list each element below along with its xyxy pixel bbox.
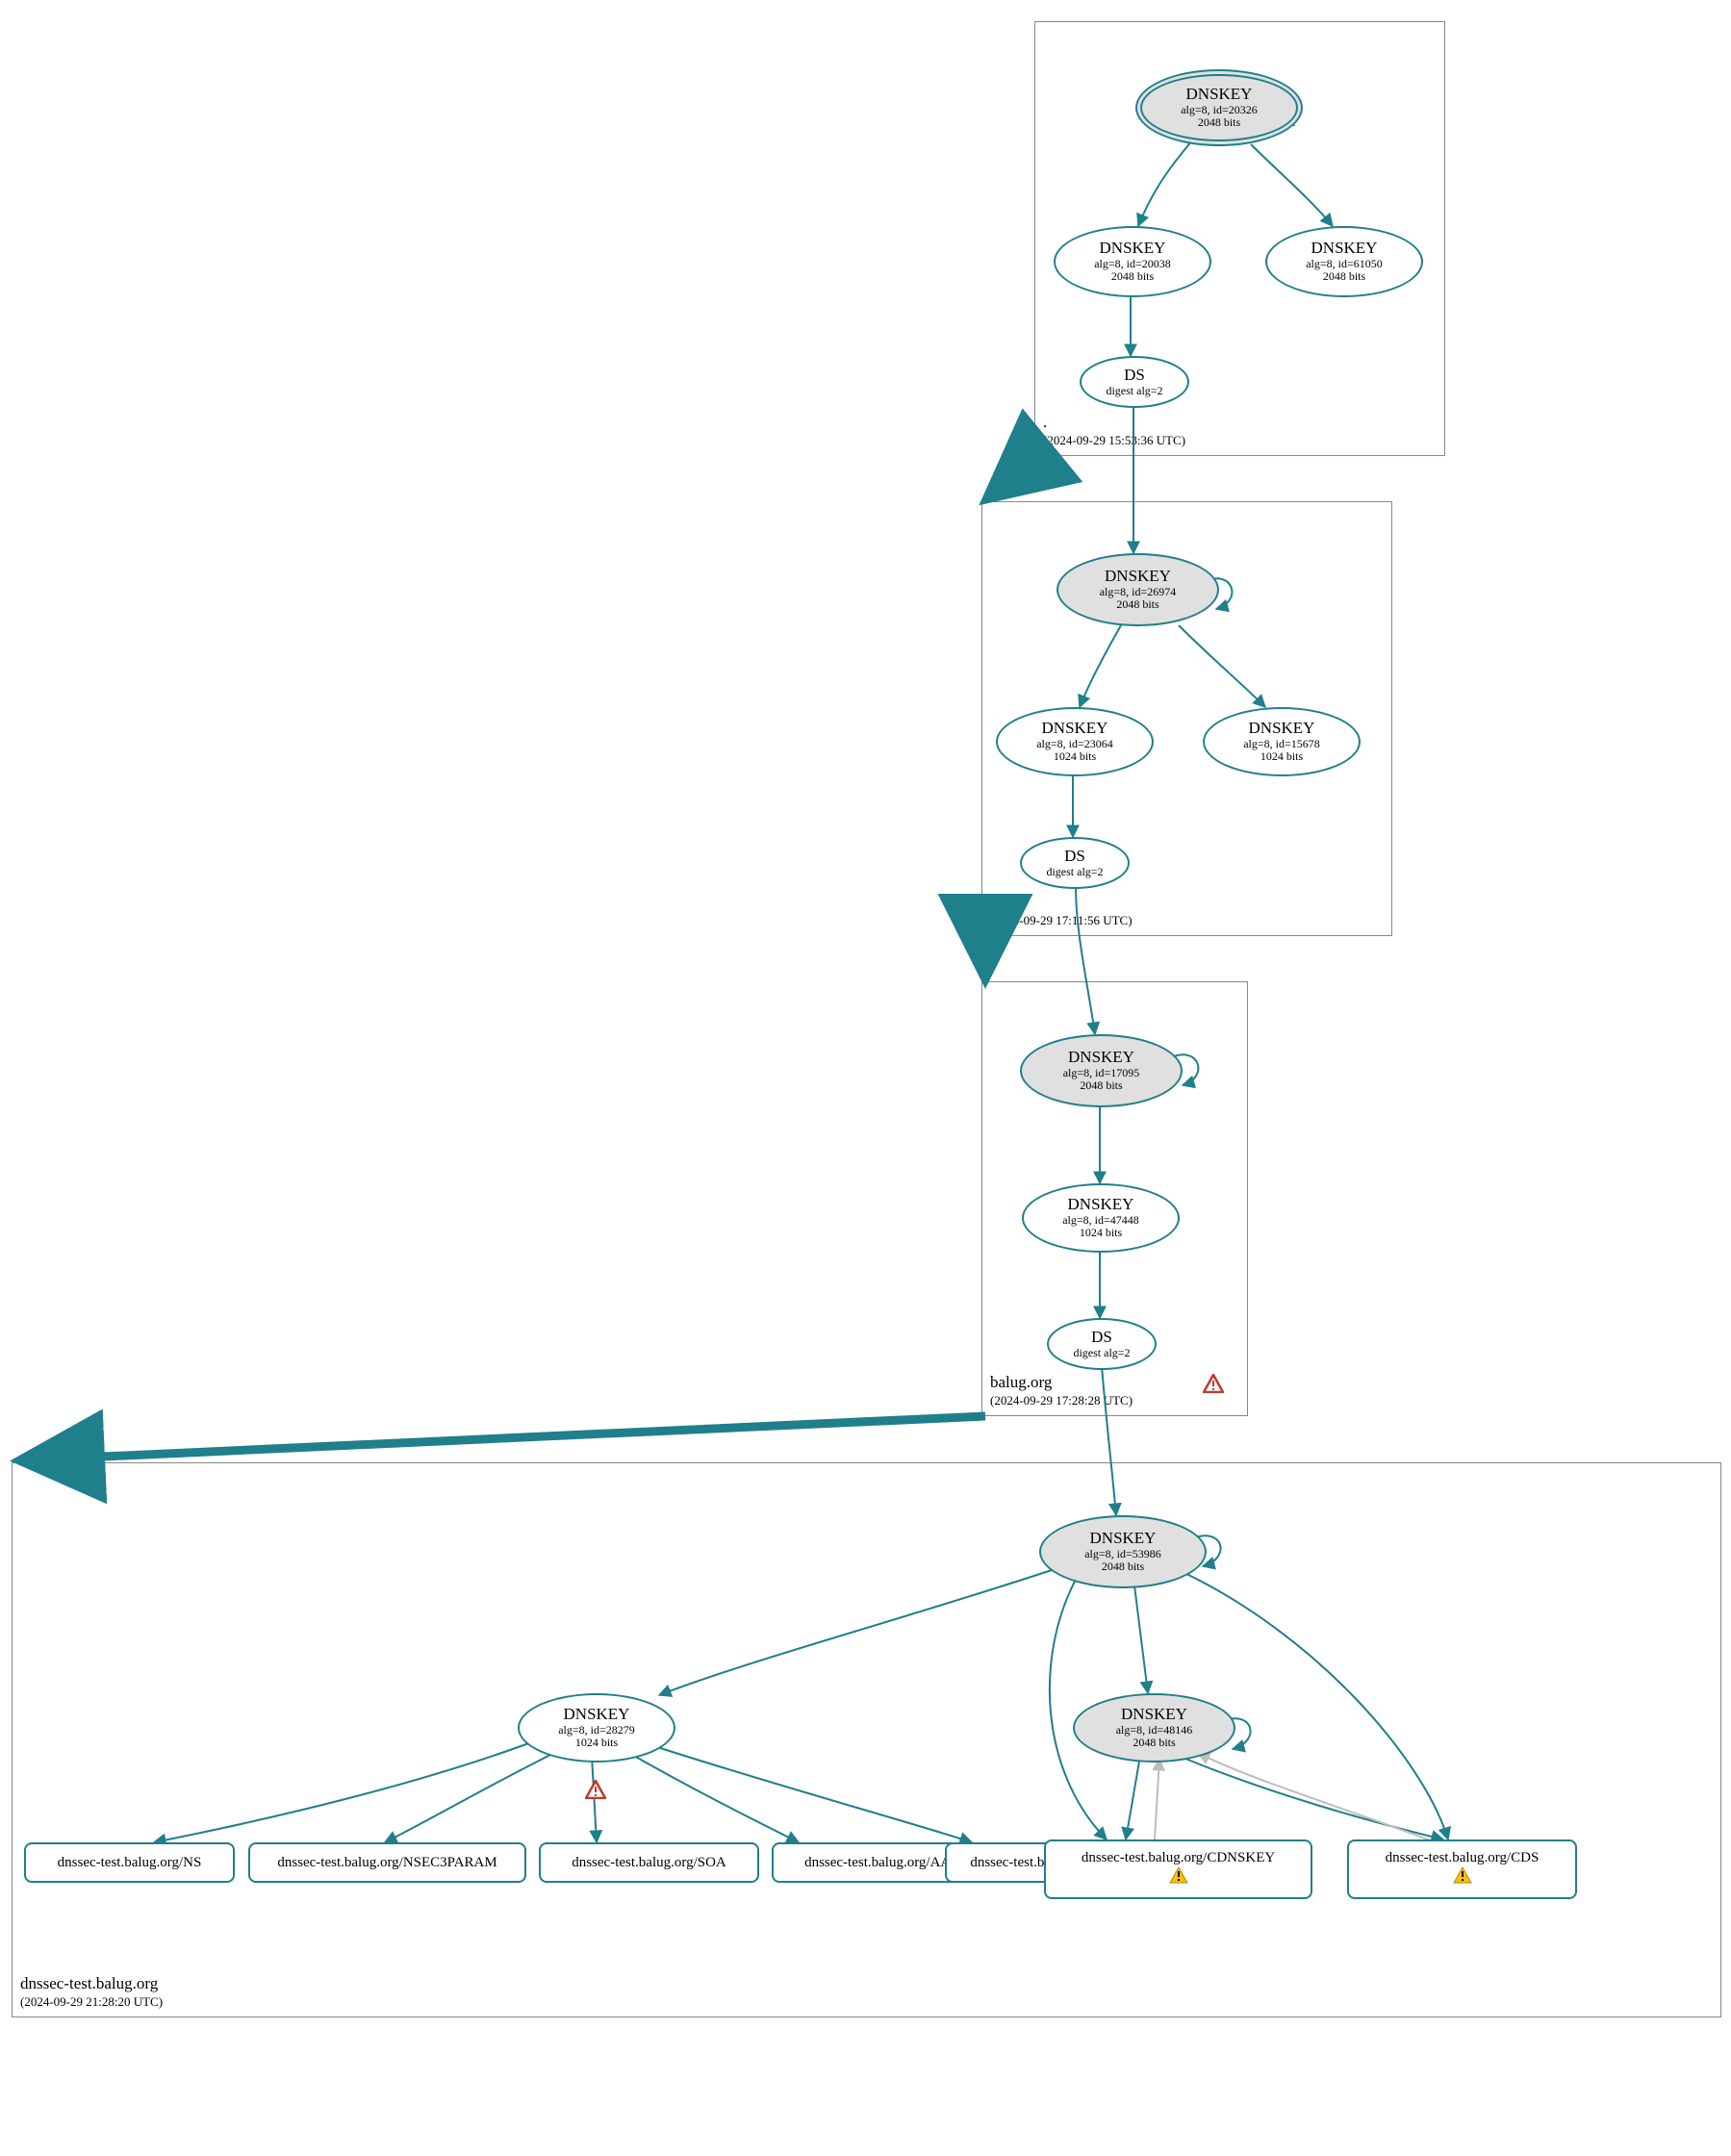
rrset-cds: dnssec-test.balug.org/CDS <box>1347 1839 1577 1899</box>
warning-icon <box>585 1780 606 1804</box>
dnssec-ksk-dnskey: DNSKEYalg=8, id=539862048 bits <box>1039 1515 1207 1588</box>
org-zsk2-dnskey: DNSKEYalg=8, id=156781024 bits <box>1203 707 1361 776</box>
org-ds: DSdigest alg=2 <box>1020 837 1130 889</box>
zone-balug-label: balug.org <box>990 1373 1052 1391</box>
rrset-soa: dnssec-test.balug.org/SOA <box>539 1842 759 1883</box>
org-zsk1-dnskey: DNSKEYalg=8, id=230641024 bits <box>996 707 1154 776</box>
root-zsk1-dnskey: DNSKEYalg=8, id=200382048 bits <box>1054 226 1211 297</box>
warning-icon <box>1169 1866 1188 1889</box>
balug-ksk-dnskey: DNSKEYalg=8, id=170952048 bits <box>1020 1034 1183 1107</box>
dnssec-ksk2-dnskey: DNSKEYalg=8, id=481462048 bits <box>1073 1693 1235 1763</box>
zone-dnssec-test: dnssec-test.balug.org (2024-09-29 21:28:2… <box>12 1462 1721 2017</box>
balug-zsk-dnskey: DNSKEYalg=8, id=474481024 bits <box>1022 1183 1180 1253</box>
zone-root-ts: (2024-09-29 15:53:36 UTC) <box>1043 433 1185 449</box>
root-ksk-dnskey: DNSKEYalg=8, id=203262048 bits <box>1135 69 1303 146</box>
root-ds: DSdigest alg=2 <box>1080 356 1189 408</box>
zone-org-label: org <box>990 893 1011 911</box>
warning-icon <box>1203 1374 1224 1398</box>
zone-root-label: . <box>1043 413 1047 431</box>
org-ksk-dnskey: DNSKEYalg=8, id=269742048 bits <box>1056 553 1219 626</box>
zone-org-ts: (2024-09-29 17:11:56 UTC) <box>990 913 1133 929</box>
warning-icon <box>1453 1866 1472 1889</box>
zone-dnssec-label: dnssec-test.balug.org <box>20 1974 158 1992</box>
rrset-nsec3: dnssec-test.balug.org/NSEC3PARAM <box>248 1842 526 1883</box>
zone-dnssec-ts: (2024-09-29 21:28:20 UTC) <box>20 1994 163 2011</box>
rrset-ns: dnssec-test.balug.org/NS <box>24 1842 235 1883</box>
balug-ds: DSdigest alg=2 <box>1047 1318 1157 1370</box>
zone-balug-ts: (2024-09-29 17:28:28 UTC) <box>990 1393 1133 1409</box>
root-zsk2-dnskey: DNSKEYalg=8, id=610502048 bits <box>1265 226 1423 297</box>
rrset-cdnskey: dnssec-test.balug.org/CDNSKEY <box>1044 1839 1312 1899</box>
dnssec-zsk-dnskey: DNSKEYalg=8, id=282791024 bits <box>518 1693 675 1763</box>
